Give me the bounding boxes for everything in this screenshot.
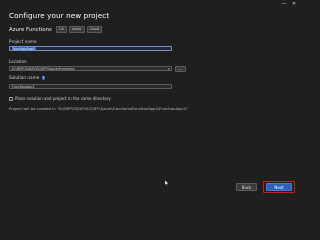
location-value: D:\REPOS\DEVSC\0FF\Azure\Functions: [12, 67, 75, 71]
configure-project-dialog: — ✕ Configure your new project Azure Fun…: [0, 0, 300, 200]
minimize-button[interactable]: —: [279, 0, 289, 9]
location-dropdown[interactable]: D:\REPOS\DEVSC\0FF\Azure\Functions ▾: [9, 66, 172, 71]
solution-name-value: FunctionApp1: [12, 85, 35, 89]
minimize-icon: —: [281, 1, 287, 7]
template-name: Azure Functions: [9, 26, 52, 33]
chevron-down-icon: ▾: [167, 67, 170, 71]
browse-button[interactable]: ...: [175, 66, 186, 72]
template-tag: Azure: [69, 26, 85, 33]
project-name-label: Project name: [9, 39, 37, 44]
mouse-pointer-icon: [165, 180, 169, 186]
close-icon: ✕: [291, 1, 297, 7]
project-path-note: Project will be created in "D:\REPOS\DEV…: [9, 106, 189, 111]
next-button[interactable]: Next: [266, 183, 292, 191]
template-summary: Azure Functions C# Azure Cloud: [9, 26, 104, 33]
title-bar: — ✕: [0, 0, 300, 10]
project-name-value: FunctionApp1: [12, 47, 36, 51]
same-directory-checkbox[interactable]: [9, 96, 13, 101]
template-tag: Cloud: [86, 26, 103, 33]
close-button[interactable]: ✕: [289, 0, 299, 9]
location-label: Location: [9, 59, 27, 64]
template-tag: C#: [55, 26, 68, 33]
solution-name-input[interactable]: FunctionApp1: [9, 84, 172, 89]
solution-name-label-text: Solution name: [9, 75, 40, 80]
page-title: Configure your new project: [9, 11, 110, 20]
same-directory-option[interactable]: Place solution and project in the same d…: [9, 96, 111, 101]
project-name-input[interactable]: FunctionApp1: [9, 46, 172, 51]
solution-name-label: Solution name i: [9, 75, 46, 80]
back-button[interactable]: Back: [236, 183, 257, 191]
same-directory-label: Place solution and project in the same d…: [15, 96, 111, 101]
info-icon[interactable]: i: [41, 76, 46, 80]
